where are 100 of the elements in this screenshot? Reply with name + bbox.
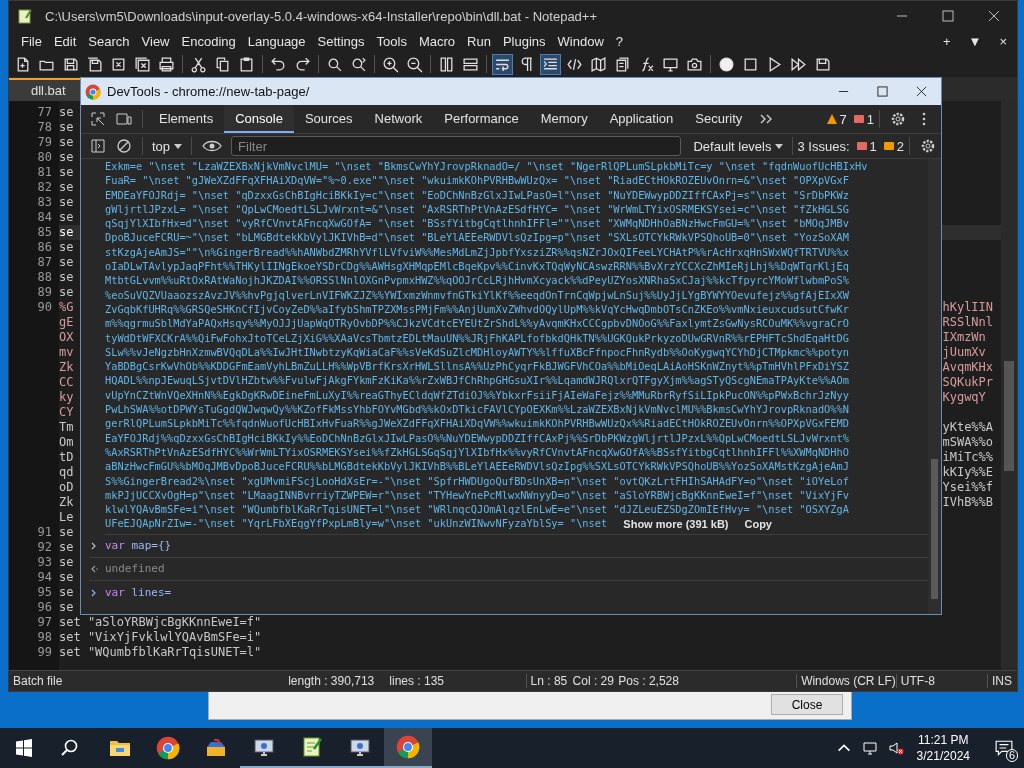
menu-item[interactable]: Search xyxy=(82,33,136,49)
console-output-line: S%%GingerBread2%\nset "xgUMvmiFScjLooHdXsEr=-"\nset "SpfrHWDUgoQufBDsUnXB=n"\nset "ovtQKzLrtFHIhSAHAdFY=o"\nset "iOYeLof xyxy=(105,473,850,488)
menu-item[interactable]: File xyxy=(15,33,48,49)
line-number: 94 xyxy=(37,570,52,584)
settings-icon[interactable] xyxy=(890,111,906,127)
close-icon[interactable] xyxy=(988,10,1000,22)
panel-tab[interactable]: Security xyxy=(684,105,754,133)
indent-guide-icon[interactable] xyxy=(541,54,560,74)
console-output-line: oIaDLwTAvlypJaqPFht%%THKylIINgEkoeYSDrCDg%%AWHsgXHMqpEMlcBqeKpv%%CinvKxTQqWyNCAswzRRN%%BvXrzYCCXcZhMIeRjLhj%%DqWTqrKljEq xyxy=(105,259,850,274)
clock-date[interactable]: 3/21/2024 xyxy=(916,748,970,764)
warning-icon xyxy=(882,140,895,152)
menu-button[interactable]: + xyxy=(936,33,957,49)
print-icon[interactable] xyxy=(157,54,176,74)
code-text: Ysei%%f xyxy=(942,480,994,495)
code-text: se xyxy=(59,255,74,270)
code-text: mv xyxy=(59,345,74,360)
muted-speaker-icon[interactable] xyxy=(887,740,904,756)
console-output-line: tyWdDtWFXCKrA%%QiFwFohxJtoTCeLZjXiG%%XAaVcsTbmtzEDLtMauUN%%JRjFhKAPLfofbkdQHkTN%%UGKQukPrkyzoDUwGRVnR%%rEPHFTcShdEqaHtDG xyxy=(105,330,850,345)
issues-label[interactable]: 3 Issues: xyxy=(797,138,850,154)
map-icon[interactable] xyxy=(589,54,608,74)
menu-item[interactable]: Encoding xyxy=(175,33,242,49)
menu-item[interactable]: Window xyxy=(551,33,610,49)
line-number: 77 xyxy=(37,105,52,119)
console-output-line: mkPJjUCCXvOgH=p"\nset "LMaagINNBvrriyTZWPEW=r"\nset "TYHewYnePcMlwxNWnyyD=o"\nset "aSloYRBWjcBgKKnnEweI=f"\nset "VixYjFv xyxy=(105,487,850,503)
code-text: mSWA%%o xyxy=(942,435,994,450)
menu-item[interactable]: Plugins xyxy=(496,33,552,49)
start-icon[interactable] xyxy=(14,738,34,758)
error-icon xyxy=(855,140,868,152)
code-text: se xyxy=(59,195,74,210)
network-icon[interactable] xyxy=(861,740,878,756)
menu-item[interactable]: Settings xyxy=(311,33,371,49)
word-wrap-icon[interactable] xyxy=(493,54,512,74)
return-arrow-icon xyxy=(89,563,99,574)
device-icon[interactable] xyxy=(116,111,132,127)
close-all-icon[interactable] xyxy=(133,54,152,74)
console-output-line: gWljrtlJPzxL= "\nset "QpLwCMoedtLSLJvWrxnt=&"\nset "AxRSRThPtVnAzESdfHYC= "\nset "WrWmLTYixOSRMEKSYsei=c"\nset "fZkHGLSG xyxy=(105,201,850,217)
menu-item[interactable]: Macro xyxy=(412,33,462,49)
notifications-button[interactable]: 6 xyxy=(984,728,1024,768)
code-text: se xyxy=(59,120,74,135)
panel-tab[interactable]: Performance xyxy=(433,105,530,133)
code-text: se xyxy=(59,285,74,300)
settings-icon[interactable] xyxy=(920,138,936,154)
clear-icon[interactable] xyxy=(116,138,132,154)
panel-tab[interactable]: Network xyxy=(363,105,434,133)
code-text: SQKukPr xyxy=(942,375,994,390)
console-output-line: %AxRSRThPtVnAzESdfHYC%%WrWmLTYixOSRMEKSYsei%%fZkHGLSGqSqjYlXIbfHx%%vyRfCVnvtAFncqXwGOfA%%BSsfYitbgCqtlhnhIFFl%%XWMqNDHhO xyxy=(105,444,850,460)
warning-count[interactable]: 7 xyxy=(839,111,847,127)
scrollbar[interactable] xyxy=(1001,101,1017,670)
eye-icon[interactable] xyxy=(202,138,223,154)
zoom-out-icon[interactable] xyxy=(405,54,424,74)
record-icon[interactable] xyxy=(717,54,736,74)
code-text: set "WQumbfblKaRrTqisUNET=l" xyxy=(59,645,262,660)
maximize-icon[interactable] xyxy=(877,86,888,97)
close-button[interactable]: Close xyxy=(771,694,843,715)
menu-item[interactable]: Language xyxy=(241,33,312,49)
line-number: 92 xyxy=(37,540,52,554)
status-text: lines : 135 xyxy=(389,674,445,688)
inspect-icon[interactable] xyxy=(90,111,106,127)
panel-tab[interactable]: Sources xyxy=(293,105,364,133)
menu-item[interactable]: View xyxy=(135,33,176,49)
menu-button[interactable]: × xyxy=(993,33,1013,49)
show-more-button[interactable]: Show more (391 kB) xyxy=(617,517,735,530)
code-text: OX xyxy=(59,330,74,345)
warning-icon xyxy=(825,113,838,125)
clock-time[interactable]: 11:21 PM xyxy=(918,732,969,748)
caret-icon xyxy=(774,142,783,150)
console-output-line: YaBDBgCsrKwVhOb%%KDDGFmEamVyhLBmZuLLH%%WpVBrfKrsXrHWLSllnsA%%UzPhCyqrFkBJWGFVhCOa%%bMiOeqLAiAoHSKnWZnyt%%pTmHVhlPFxDiYSZ xyxy=(105,359,850,374)
panel-tab[interactable]: Application xyxy=(598,105,685,133)
menu-item[interactable]: Edit xyxy=(47,33,83,49)
console-output-line: FuaR= "\nset "gJWeXZdFFqXFHAiXDqVW="%~0.exe""\nset "wkuimkKOhPVRHBwWUzQx= "\nset "RiadECtHOkROZEUvOnrn=&"\nset "OPXpVGxF xyxy=(105,173,850,188)
maximize-icon[interactable] xyxy=(942,10,954,22)
save-all-icon[interactable] xyxy=(85,54,104,74)
error-count[interactable]: 1 xyxy=(866,111,874,127)
line-number: 78 xyxy=(37,120,52,134)
context-dropdown[interactable]: top xyxy=(148,138,187,154)
panel-tab[interactable]: Memory xyxy=(529,105,599,133)
menu-item[interactable]: ? xyxy=(609,33,630,49)
close-icon[interactable] xyxy=(916,86,927,97)
scrollbar[interactable] xyxy=(928,159,941,614)
filter-field[interactable]: Filter xyxy=(231,136,682,156)
menu-item[interactable]: Tools xyxy=(370,33,413,49)
copy-button[interactable]: Copy xyxy=(738,517,778,530)
search-icon[interactable] xyxy=(60,738,80,758)
code-text: gE xyxy=(59,315,74,330)
code-text: jUumXv xyxy=(942,345,986,360)
panel-tab[interactable]: Elements xyxy=(148,105,225,133)
levels-dropdown[interactable]: Default levels xyxy=(689,138,787,154)
menu-button[interactable]: ▼ xyxy=(962,33,988,49)
console-input[interactable]: var lines= xyxy=(105,586,172,600)
notepad-icon xyxy=(17,8,33,24)
window-title: C:\Users\vm5\Downloads\input-overlay-5.0.4-windows-x64-Installer\repo\bin\dll.bat - Notepad++ xyxy=(45,8,598,24)
code-text: Om xyxy=(59,435,74,450)
code-text: se xyxy=(59,555,74,570)
zoom-in-icon[interactable] xyxy=(381,54,400,74)
line-number: 81 xyxy=(37,165,52,179)
panel-tab[interactable]: Console xyxy=(224,105,294,133)
menu-item[interactable]: Run xyxy=(461,33,497,49)
code-text: yKte%%A xyxy=(942,420,994,435)
sidebar-icon[interactable] xyxy=(90,138,106,154)
console-output-line: Exkm=e "\nset "LzaWZEXBxNjkVmNvclMU= "\nset "BkmsCwYhYJrovpRknadO=/ "\nset "NgerRlQPLumSLpkbMiTc=y "\nset "fqdnWuofUcHBIxHv xyxy=(105,159,869,174)
